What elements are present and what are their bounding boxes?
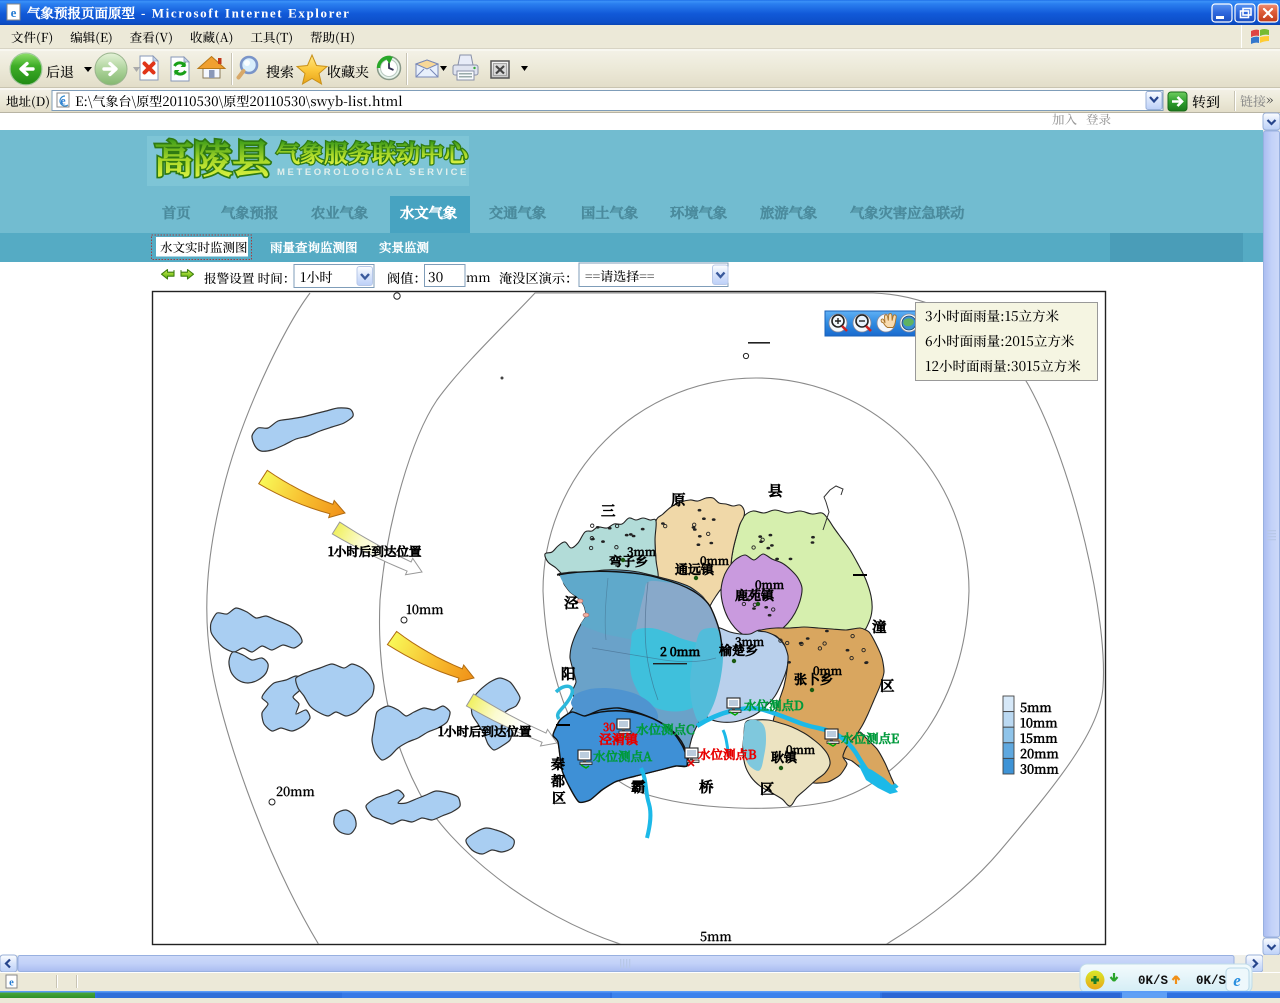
svg-text:e: e — [9, 978, 14, 989]
svg-text:e: e — [11, 5, 17, 20]
svg-text:- Microsoft Internet Explorer: - Microsoft Internet Explorer — [141, 6, 350, 21]
svg-text:0K/S: 0K/S — [1138, 974, 1169, 988]
svg-text:e: e — [1233, 971, 1241, 990]
svg-text:0K/S: 0K/S — [1196, 974, 1227, 988]
svg-text:METEOROLOGICAL SERVICE: METEOROLOGICAL SERVICE — [277, 167, 469, 178]
